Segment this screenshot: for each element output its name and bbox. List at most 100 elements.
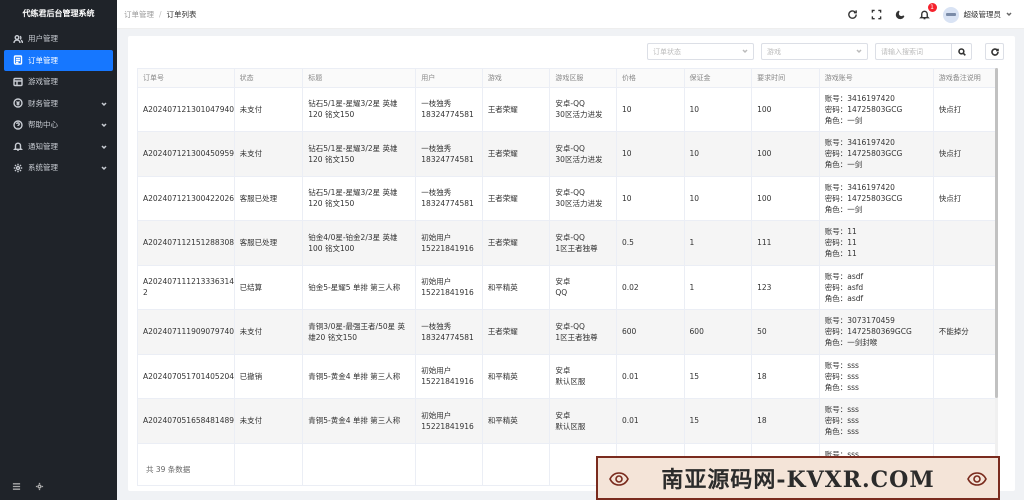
table-row[interactable]: A202407111213336314​2 已结算 铂金5-星耀5 单排 第三人称 初… bbox=[138, 265, 996, 310]
time-cell: 111 bbox=[751, 220, 820, 266]
chevron-down-icon bbox=[101, 121, 107, 128]
cell-line: 角色：11 bbox=[824, 249, 857, 259]
server-cell: 安卓-QQ 1区王者独尊 bbox=[549, 220, 617, 266]
cell-line: 1区王者独尊 bbox=[555, 332, 598, 342]
column-header: 游戏备注说明 bbox=[933, 69, 996, 88]
orders-table: 订单号状态标题用户游戏游戏区服价格保证金要求时间游戏账号游戏备注说明游戏号主手机… bbox=[138, 69, 996, 485]
deposit-cell: 15 bbox=[684, 398, 753, 444]
column-header: 用户 bbox=[415, 69, 483, 88]
sidebar-item-game[interactable]: 游戏管理 bbox=[0, 71, 117, 93]
dark-mode-icon[interactable] bbox=[895, 9, 907, 21]
order-icon bbox=[12, 55, 23, 66]
cell-line: 雄20 铭文150 bbox=[308, 332, 358, 342]
breadcrumb-item-orders[interactable]: 订单管理 bbox=[124, 9, 154, 20]
gear-icon bbox=[12, 162, 23, 173]
scrollbar-thumb[interactable] bbox=[995, 68, 998, 398]
refresh-icon[interactable] bbox=[847, 9, 859, 21]
cell-line: 密码：14725803GCG bbox=[824, 104, 903, 114]
server-cell: 安卓 默认区服 bbox=[549, 354, 617, 399]
cell-line: 钻石5/1星-星耀3/2星 英雄 bbox=[308, 188, 398, 198]
chevron-down-icon bbox=[1006, 10, 1012, 19]
fullscreen-icon[interactable] bbox=[871, 9, 883, 21]
cell-line: 一枝独秀 bbox=[421, 321, 452, 331]
order-id-cell: A202407111213336314​2 bbox=[138, 265, 235, 310]
cell-line: 账号：3416197420 bbox=[824, 138, 895, 148]
note-cell bbox=[933, 354, 996, 399]
cell-line: 15221841916 bbox=[421, 377, 474, 387]
sidebar-item-order[interactable]: 订单管理 bbox=[4, 49, 113, 71]
table-row[interactable]: A202407121300450959 未支付 钻石5/1星-星耀3/2星 英雄 12… bbox=[138, 131, 996, 177]
order-status-select[interactable]: 订单状态 bbox=[647, 43, 754, 60]
sidebar-item-finance[interactable]: 财务管理 bbox=[0, 93, 117, 115]
account-cell: 账号：sss密码：sss角色：sss bbox=[819, 398, 934, 444]
status-cell: 未支付 bbox=[234, 87, 304, 132]
game-cell: 王者荣耀 bbox=[482, 131, 551, 177]
cell-line: 初始用户 bbox=[421, 366, 452, 376]
table-row[interactable]: A202407121300422026 客服已处理 钻石5/1星-星耀3/2星 英雄… bbox=[138, 176, 996, 221]
table-row[interactable]: A202407112151288308 客服已处理 铂金4/0星-铂金2/3星 英雄… bbox=[138, 220, 996, 266]
deposit-cell: 1 bbox=[684, 265, 753, 310]
cell-line: 密码：14725803GCG bbox=[824, 149, 903, 159]
sidebar-item-bell[interactable]: 通知管理 bbox=[0, 136, 117, 158]
cell-line: 角色：sss bbox=[824, 427, 859, 437]
search-group bbox=[875, 43, 972, 60]
order-id-cell: A202407111909079740 bbox=[138, 309, 235, 355]
cell-line: 18324774581 bbox=[421, 154, 474, 164]
cell-line: 青铜5-黄金4 单排 第三人称 bbox=[308, 416, 401, 426]
cell-line: 安卓-QQ bbox=[555, 143, 585, 153]
title-cell: 铂金5-星耀5 单排 第三人称 bbox=[302, 265, 417, 310]
sidebar-item-help[interactable]: 帮助中心 bbox=[0, 114, 117, 136]
note-cell: 快点打 bbox=[933, 176, 996, 221]
status-cell: 客服已处理 bbox=[234, 176, 304, 221]
user-cell: 初始用户 15221841916 bbox=[415, 220, 483, 266]
filter-bar: 订单状态 游戏 bbox=[647, 43, 1004, 60]
time-cell: 18 bbox=[751, 398, 820, 444]
chevron-down-icon bbox=[101, 164, 107, 171]
price-cell: 10 bbox=[616, 87, 685, 132]
total-count: 共 39 条数据 bbox=[146, 465, 191, 474]
table-row[interactable]: A202407051701405204 已撤销 青铜5-黄金4 单排 第三人称 初始用… bbox=[138, 354, 996, 399]
settings-dot-icon[interactable] bbox=[35, 482, 44, 493]
game-cell: 和平精英 bbox=[482, 354, 551, 399]
order-id-cell: A202407112151288308 bbox=[138, 220, 235, 266]
sidebar-item-users[interactable]: 用户管理 bbox=[0, 28, 117, 50]
game-cell: 王者荣耀 bbox=[482, 309, 551, 355]
deposit-cell: 1 bbox=[684, 220, 753, 266]
account-cell: 账号：3073170459 密码：1472580369GCG 角色：一剑封喉 bbox=[819, 309, 934, 355]
cell-line: 账号：3416197420 bbox=[824, 93, 895, 103]
cell-line: 120 铭文150 bbox=[308, 110, 355, 120]
table-row[interactable]: A202407111909079740 未支付 青铜3/0星-最强王者/50星 英雄… bbox=[138, 309, 996, 355]
cell-line: 角色：sss bbox=[824, 382, 859, 392]
sidebar-footer bbox=[0, 474, 117, 500]
sidebar-item-label: 财务管理 bbox=[28, 98, 58, 108]
time-cell: 100 bbox=[751, 131, 820, 177]
collapse-menu-icon[interactable] bbox=[12, 482, 21, 493]
orders-table-container[interactable]: 订单号状态标题用户游戏游戏区服价格保证金要求时间游戏账号游戏备注说明游戏号主手机… bbox=[137, 68, 997, 486]
brand-title: 代练君后台管理系统 bbox=[22, 9, 95, 18]
cell-line: 安卓-QQ bbox=[555, 232, 585, 242]
game-select[interactable]: 游戏 bbox=[761, 43, 868, 60]
sidebar-item-gear[interactable]: 系统管理 bbox=[0, 157, 117, 179]
bell-icon[interactable]: 1 bbox=[919, 2, 937, 21]
vertical-scrollbar[interactable] bbox=[995, 68, 998, 486]
cell-line: 账号：11 bbox=[824, 227, 857, 237]
user-cell: 一枝独秀 18324774581 bbox=[415, 131, 483, 177]
game-cell: 和平精英 bbox=[482, 398, 551, 444]
deposit-cell: 10 bbox=[684, 176, 753, 221]
deposit-cell: 10 bbox=[684, 87, 753, 132]
table-refresh-button[interactable] bbox=[985, 43, 1004, 60]
cell-line: 密码：sss bbox=[824, 371, 859, 381]
search-input[interactable] bbox=[875, 43, 951, 60]
cell-line: 初始用户 bbox=[421, 232, 452, 242]
cell-line: 角色：一剑封喉 bbox=[824, 338, 878, 348]
table-row[interactable]: A202407051658481489 未支付 青铜5-黄金4 单排 第三人称 初始用… bbox=[138, 398, 996, 444]
cell-line: 30区活力进发 bbox=[555, 154, 603, 164]
cell-line: 青铜5-黄金4 单排 第三人称 bbox=[308, 371, 401, 381]
game-placeholder: 游戏 bbox=[767, 47, 781, 56]
order-id-cell: A202407051701405204 bbox=[138, 354, 235, 399]
search-button[interactable] bbox=[951, 43, 972, 60]
user-menu[interactable]: 超级管理员 bbox=[942, 6, 1013, 23]
title-cell: 钻石5/1星-星耀3/2星 英雄 120 铭文150 bbox=[302, 176, 417, 221]
account-cell: 账号：sss密码：sss角色：sss bbox=[819, 354, 934, 399]
table-row[interactable]: A202407121301047940 未支付 钻石5/1星-星耀3/2星 英雄 12… bbox=[138, 87, 996, 132]
